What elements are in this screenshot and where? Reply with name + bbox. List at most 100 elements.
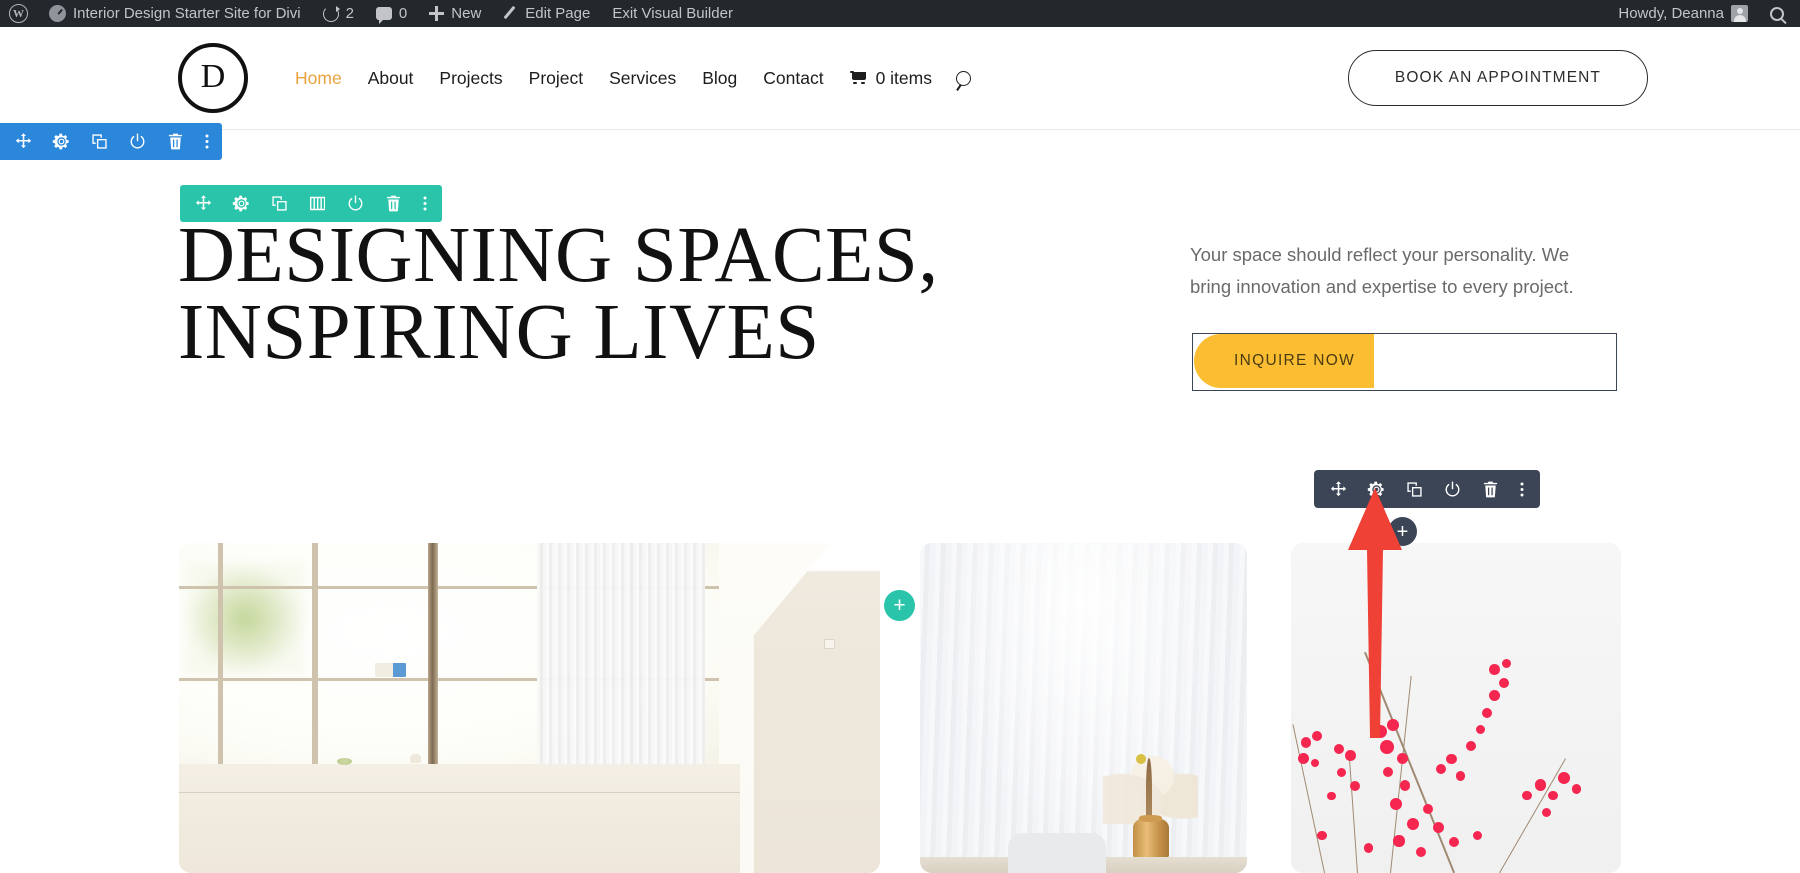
inquire-now-button[interactable]: INQUIRE NOW	[1194, 334, 1374, 388]
berry	[1380, 740, 1394, 755]
nav-item-project[interactable]: Project	[516, 68, 596, 89]
berry	[1399, 779, 1411, 791]
branch	[1348, 757, 1359, 873]
nav-item-blog[interactable]: Blog	[689, 68, 750, 89]
search-icon[interactable]	[955, 70, 971, 86]
duplicate-icon[interactable]	[90, 132, 109, 151]
berry	[1337, 768, 1347, 778]
nav-item-home[interactable]: Home	[282, 68, 355, 89]
shopping-cart-icon	[849, 71, 868, 85]
berry	[1548, 790, 1559, 801]
revisions-count: 2	[345, 5, 354, 22]
berry	[1396, 752, 1408, 765]
berry	[1327, 791, 1336, 801]
more-options-icon[interactable]	[204, 132, 210, 151]
berry	[1465, 741, 1476, 751]
plus-icon	[429, 6, 445, 21]
howdy-label: Howdy, Deanna	[1618, 5, 1724, 22]
berry	[1482, 708, 1493, 718]
foliage-outside	[186, 562, 306, 675]
trash-icon[interactable]	[384, 194, 403, 213]
admin-bar-new[interactable]: New	[418, 0, 492, 27]
wordpress-icon	[9, 4, 28, 23]
berry	[1472, 830, 1482, 840]
berry	[1489, 664, 1500, 675]
billy-button-flower	[1135, 754, 1146, 765]
berry	[1449, 836, 1460, 847]
berry	[1300, 737, 1312, 748]
berry	[1383, 767, 1394, 778]
berry	[1541, 807, 1552, 817]
dried-stem	[1145, 757, 1153, 824]
primary-navigation: Home About Projects Project Services Blo…	[282, 68, 971, 89]
trash-icon[interactable]	[166, 132, 185, 151]
hero-title-line-1: DESIGNING SPACES,	[178, 212, 939, 299]
admin-bar-search[interactable]	[1759, 0, 1800, 27]
admin-bar-comments[interactable]: 0	[365, 0, 418, 27]
berry	[1436, 764, 1447, 774]
book-appointment-button[interactable]: BOOK AN APPOINTMENT	[1347, 50, 1648, 106]
windowsill-plant	[336, 757, 353, 765]
window-center-post	[427, 543, 439, 768]
comment-bubble-icon	[375, 7, 392, 24]
berry	[1456, 771, 1466, 781]
berry	[1406, 817, 1420, 831]
trash-icon[interactable]	[1481, 480, 1500, 499]
berry	[1312, 731, 1323, 741]
berry	[1423, 803, 1433, 814]
nav-item-contact[interactable]: Contact	[750, 68, 836, 89]
annotation-arrow-icon	[1340, 488, 1410, 738]
power-icon[interactable]	[346, 194, 365, 213]
move-icon[interactable]	[14, 132, 33, 151]
nav-item-projects[interactable]: Projects	[426, 68, 515, 89]
add-row-button[interactable]: +	[884, 590, 915, 621]
gear-icon[interactable]	[232, 194, 251, 213]
photo-loft-window	[179, 543, 880, 873]
white-chair	[1008, 833, 1107, 873]
columns-icon[interactable]	[308, 194, 327, 213]
loft-window-interior-photo[interactable]	[179, 543, 880, 873]
berry	[1432, 822, 1445, 834]
avatar	[1731, 5, 1748, 22]
curtain-vase-photo[interactable]	[920, 543, 1247, 873]
row-toolbar	[180, 185, 442, 222]
move-icon[interactable]	[194, 194, 213, 213]
gear-icon[interactable]	[52, 132, 71, 151]
admin-bar-edit-page[interactable]: Edit Page	[492, 0, 601, 27]
admin-bar-revisions[interactable]: 2	[312, 0, 365, 27]
brick-wall	[179, 764, 740, 873]
cart-link[interactable]: 0 items	[837, 68, 932, 89]
site-header: D Home About Projects Project Services B…	[0, 27, 1800, 130]
window-light-glow	[920, 543, 1247, 873]
berry	[1390, 798, 1402, 811]
admin-bar-wp-logo[interactable]	[0, 0, 38, 27]
power-icon[interactable]	[1443, 480, 1462, 499]
page-title: DESIGNING SPACES, INSPIRING LIVES	[178, 216, 1058, 372]
pencil-icon	[503, 6, 518, 21]
admin-bar-exit-visual-builder[interactable]: Exit Visual Builder	[601, 0, 744, 27]
site-logo[interactable]: D	[178, 43, 248, 113]
berry	[1475, 725, 1486, 735]
sheer-curtain	[536, 543, 705, 774]
light-switch	[823, 638, 836, 650]
admin-bar-site-name[interactable]: Interior Design Starter Site for Divi	[38, 0, 312, 27]
admin-bar-my-account[interactable]: Howdy, Deanna	[1607, 0, 1759, 27]
site-name-label: Interior Design Starter Site for Divi	[73, 5, 301, 22]
windowsill-glass	[410, 753, 421, 764]
revisions-icon	[322, 5, 340, 22]
cart-item-count: 0 items	[875, 67, 932, 88]
berry	[1363, 843, 1374, 854]
mullion-vertical	[312, 543, 318, 768]
more-options-icon[interactable]	[1519, 480, 1525, 499]
berry	[1522, 790, 1532, 801]
site-logo-letter: D	[200, 58, 226, 95]
berry	[1345, 750, 1356, 761]
nav-item-services[interactable]: Services	[596, 68, 689, 89]
more-options-icon[interactable]	[422, 194, 428, 213]
berry	[1502, 659, 1512, 669]
nav-item-about[interactable]: About	[355, 68, 427, 89]
berry	[1393, 835, 1405, 847]
power-icon[interactable]	[128, 132, 147, 151]
berry	[1571, 783, 1582, 794]
duplicate-icon[interactable]	[270, 194, 289, 213]
